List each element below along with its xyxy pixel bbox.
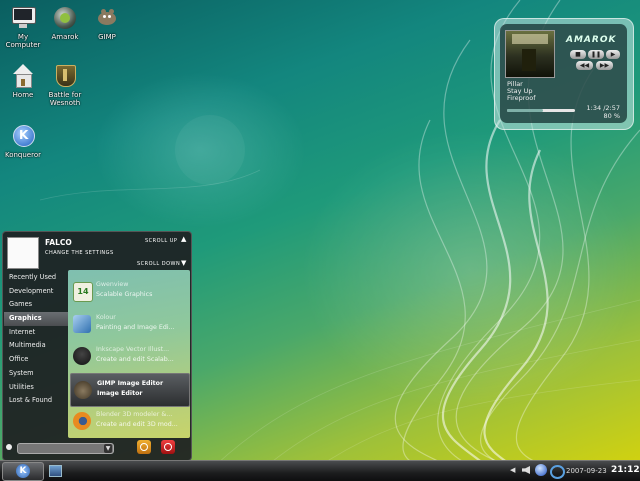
track-progress-bar[interactable]	[507, 109, 575, 112]
desktop-icon-home[interactable]: Home	[0, 64, 47, 99]
network-globe-icon[interactable]	[535, 464, 547, 476]
category-system[interactable]: System	[4, 367, 70, 381]
amarok-now-playing-widget: AMAROK ■ ❚❚ ▶ ◀◀ ▶▶ Pillar Stay Up Firep…	[494, 18, 634, 130]
category-recently-used[interactable]: Recently Used	[4, 271, 70, 285]
category-list: Recently Used Development Games Graphics…	[4, 271, 70, 408]
app-description: Painting and Image Edi...	[96, 324, 175, 331]
desktop-icon-label: Amarok	[51, 33, 79, 41]
scroll-down-button[interactable]: SCROLL DOWN	[137, 261, 180, 267]
user-name: FALCO	[45, 238, 72, 247]
desktop-icon-my-computer[interactable]: My Computer	[0, 6, 47, 49]
arrow-up-icon[interactable]: ▲	[181, 235, 186, 243]
desktop-icon-label: My Computer	[5, 33, 41, 49]
desktop-icon-label: GIMP	[98, 33, 116, 41]
taskbar: K ◀ 2007-09-23 21:12	[0, 460, 640, 481]
previous-button[interactable]: ◀◀	[576, 61, 593, 70]
category-utilities[interactable]: Utilities	[4, 381, 70, 395]
desktop-icon-gimp[interactable]: GIMP	[83, 6, 131, 41]
desktop-icon-amarok[interactable]: Amarok	[41, 6, 89, 41]
app-name: Inkscape Vector Illust...	[96, 346, 170, 353]
app-item[interactable]: Inkscape Vector Illust... Create and edi…	[70, 340, 188, 372]
search-input[interactable]: ▼	[17, 443, 114, 454]
updates-icon[interactable]	[550, 465, 565, 479]
gimp-icon	[95, 6, 119, 30]
kde-logo-icon: K	[16, 464, 30, 478]
play-button[interactable]: ▶	[606, 50, 620, 59]
next-button[interactable]: ▶▶	[596, 61, 613, 70]
user-avatar[interactable]	[7, 237, 39, 269]
kmix-volume-icon[interactable]	[522, 466, 530, 474]
amarok-logo: AMAROK	[566, 35, 617, 45]
desktop-icon-battle-for-wesnoth[interactable]: Battle for Wesnoth	[41, 64, 89, 107]
shield-icon	[53, 64, 77, 88]
app-description: Scalable Graphics	[96, 291, 153, 298]
desktop-icon-konqueror[interactable]: K Konqueror	[0, 124, 47, 159]
app-description: Create and edit Scalab...	[96, 356, 174, 363]
album-cover	[505, 30, 555, 78]
amarok-widget-panel: AMAROK ■ ❚❚ ▶ ◀◀ ▶▶ Pillar Stay Up Firep…	[500, 24, 627, 123]
category-office[interactable]: Office	[4, 353, 70, 367]
track-progress-fill	[507, 109, 544, 112]
app-description: Create and edit 3D mod...	[96, 421, 178, 428]
paint-icon	[73, 315, 91, 333]
desktop-icon-label: Konqueror	[4, 151, 42, 159]
track-album: Fireproof	[507, 94, 536, 102]
chevron-down-icon[interactable]: ▼	[104, 444, 112, 453]
logout-icon	[140, 443, 148, 451]
pause-button[interactable]: ❚❚	[588, 50, 604, 59]
gimp-icon	[74, 381, 92, 399]
scroll-up-button[interactable]: SCROLL UP	[145, 238, 177, 244]
app-name: Kolour	[96, 314, 116, 321]
volume-readout: 80 %	[603, 112, 620, 120]
image-viewer-icon: 14	[73, 282, 93, 302]
power-icon	[164, 443, 172, 451]
inkscape-icon	[73, 347, 91, 365]
home-icon	[11, 64, 35, 88]
taskbar-clock[interactable]: 21:12	[611, 465, 640, 475]
logout-button[interactable]	[137, 440, 151, 454]
app-description: Image Editor	[97, 390, 143, 397]
shutdown-button[interactable]	[161, 440, 175, 454]
app-name: Blender 3D modeler &...	[96, 411, 173, 418]
desktop-icon-label: Home	[12, 91, 34, 99]
monitor-icon	[11, 6, 36, 30]
kde-gear-icon: K	[11, 124, 35, 148]
category-graphics[interactable]: Graphics	[4, 312, 70, 326]
amarok-wolf-icon	[53, 6, 77, 30]
desktop-icon-label: Battle for Wesnoth	[48, 91, 82, 107]
change-settings-link[interactable]: CHANGE THE SETTINGS	[45, 250, 114, 256]
blender-icon	[73, 412, 91, 430]
start-menu: FALCO CHANGE THE SETTINGS SCROLL UP ▲ SC…	[2, 231, 192, 461]
app-item-selected[interactable]: GIMP Image Editor Image Editor	[70, 373, 190, 407]
category-multimedia[interactable]: Multimedia	[4, 339, 70, 353]
app-name: GIMP Image Editor	[97, 380, 164, 387]
stop-button[interactable]: ■	[570, 50, 586, 59]
search-indicator-icon	[6, 444, 12, 450]
category-development[interactable]: Development	[4, 285, 70, 299]
app-item[interactable]: 14 Gwenview Scalable Graphics	[70, 275, 188, 307]
show-desktop-icon[interactable]	[49, 465, 62, 477]
track-time: 1:34 /2:57	[586, 104, 620, 112]
category-lost-and-found[interactable]: Lost & Found	[4, 394, 70, 408]
tray-arrow-icon[interactable]: ◀	[510, 466, 515, 474]
app-name: Gwenview	[96, 281, 129, 288]
app-item[interactable]: Blender 3D modeler &... Create and edit …	[70, 405, 188, 437]
category-internet[interactable]: Internet	[4, 326, 70, 340]
taskbar-date: 2007-09-23	[566, 467, 607, 475]
k-menu-button[interactable]: K	[2, 462, 44, 481]
app-list: 14 Gwenview Scalable Graphics Kolour Pai…	[68, 270, 190, 438]
arrow-down-icon[interactable]: ▼	[181, 259, 186, 267]
category-games[interactable]: Games	[4, 298, 70, 312]
app-item[interactable]: Kolour Painting and Image Edi...	[70, 308, 188, 340]
